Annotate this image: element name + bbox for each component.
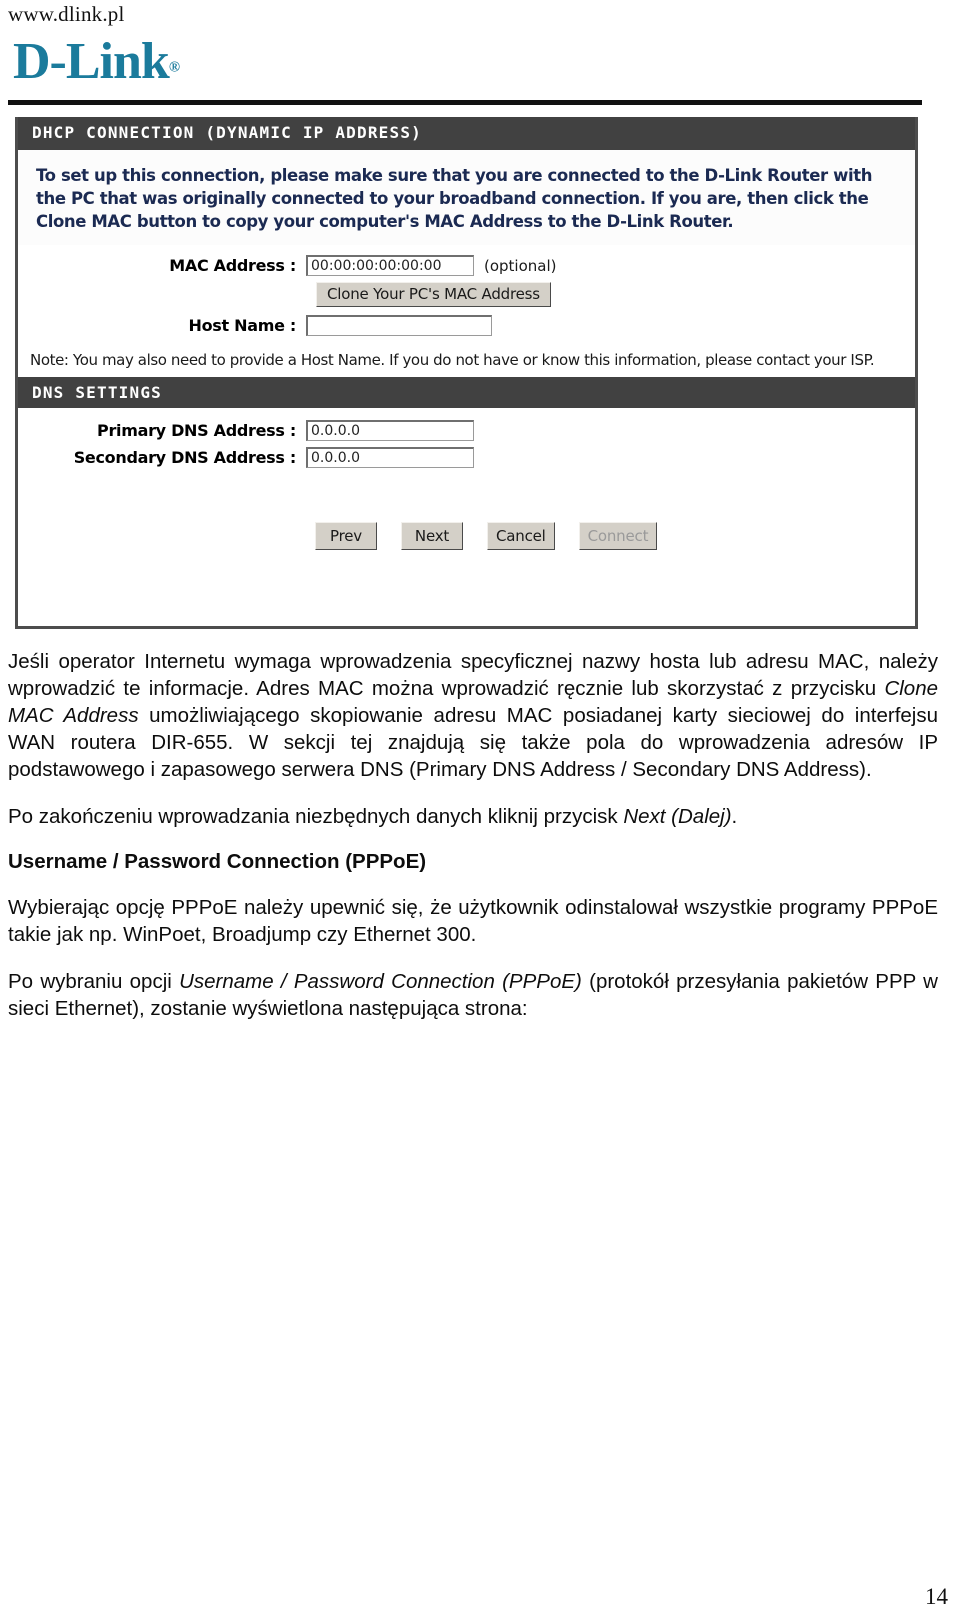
- paragraph-2-text-b: .: [731, 805, 738, 828]
- next-button[interactable]: Next: [401, 522, 463, 550]
- header-divider: [8, 100, 922, 105]
- paragraph-2-text-a: Po zakończeniu wprowadzania niezbędnych …: [8, 805, 624, 828]
- paragraph-2-emphasis-next: Next (Dalej): [623, 805, 732, 828]
- brand-name-text: D-Link: [13, 33, 170, 90]
- connect-button: Connect: [578, 522, 658, 550]
- dns-form: Primary DNS Address : Secondary DNS Addr…: [18, 408, 915, 468]
- prev-button[interactable]: Prev: [315, 522, 377, 550]
- paragraph-mac-host: Jeśli operator Internetu wymaga wprowadz…: [8, 648, 938, 783]
- host-name-label: Host Name :: [188, 316, 296, 335]
- paragraph-1-text-b: umożliwiającego skopiowanie adresu MAC p…: [8, 704, 938, 781]
- primary-dns-label: Primary DNS Address :: [97, 421, 296, 440]
- mac-address-optional-hint: (optional): [484, 256, 557, 275]
- host-name-row: Host Name :: [18, 315, 915, 336]
- dhcp-section-header: DHCP CONNECTION (DYNAMIC IP ADDRESS): [18, 117, 915, 150]
- section-heading-pppoe: Username / Password Connection (PPPoE): [8, 850, 427, 873]
- paragraph-next-button: Po zakończeniu wprowadzania niezbędnych …: [8, 803, 938, 830]
- page-number: 14: [925, 1584, 948, 1609]
- dlink-logo: D-Link®: [13, 33, 233, 91]
- dhcp-intro-text: To set up this connection, please make s…: [36, 166, 873, 231]
- mac-address-label: MAC Address :: [169, 256, 296, 275]
- host-name-input[interactable]: [306, 315, 492, 336]
- paragraph-1-text-a: Jeśli operator Internetu wymaga wprowadz…: [8, 650, 938, 700]
- host-name-note: Note: You may also need to provide a Hos…: [30, 351, 875, 369]
- primary-dns-row: Primary DNS Address :: [18, 420, 915, 441]
- dhcp-intro-block: To set up this connection, please make s…: [18, 150, 915, 245]
- secondary-dns-label: Secondary DNS Address :: [73, 448, 297, 467]
- cancel-button[interactable]: Cancel: [487, 522, 555, 550]
- clone-mac-row: Clone Your PC's MAC Address: [18, 282, 915, 307]
- document-body: Jeśli operator Internetu wymaga wprowadz…: [8, 648, 938, 1042]
- registered-trademark-icon: ®: [168, 59, 181, 76]
- mac-address-input[interactable]: [306, 255, 474, 276]
- paragraph-pppoe-next-page: Po wybraniu opcji Username / Password Co…: [8, 968, 938, 1022]
- dhcp-form: MAC Address : (optional) Clone Your PC's…: [18, 245, 915, 336]
- paragraph-pppoe-uninstall: Wybierając opcję PPPoE należy upewnić si…: [8, 896, 938, 946]
- router-button-bar: Prev Next Cancel Connect: [18, 474, 915, 550]
- paragraph-4-text-a: Po wybraniu opcji: [8, 970, 180, 993]
- router-admin-panel: DHCP CONNECTION (DYNAMIC IP ADDRESS) To …: [15, 117, 918, 629]
- site-url: www.dlink.pl: [8, 2, 125, 26]
- dns-section-header: DNS SETTINGS: [18, 377, 915, 408]
- secondary-dns-row: Secondary DNS Address :: [18, 447, 915, 468]
- paragraph-4-emphasis-pppoe: Username / Password Connection (PPPoE): [179, 970, 582, 993]
- mac-address-row: MAC Address : (optional): [18, 255, 915, 276]
- clone-mac-address-button[interactable]: Clone Your PC's MAC Address: [316, 282, 551, 307]
- primary-dns-input[interactable]: [306, 420, 474, 441]
- secondary-dns-input[interactable]: [306, 447, 474, 468]
